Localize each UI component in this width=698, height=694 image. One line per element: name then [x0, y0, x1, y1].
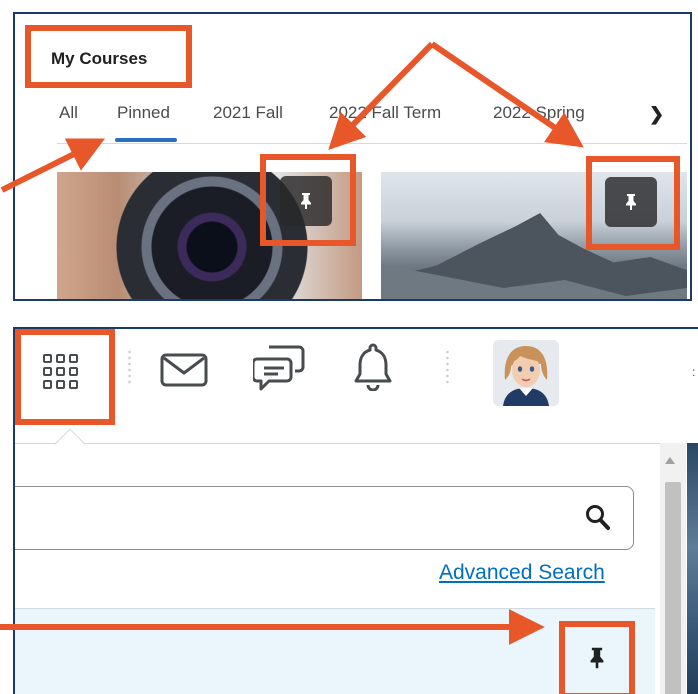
waffle-grid-icon[interactable] — [43, 354, 81, 390]
tab-2021-fall[interactable]: 2021 Fall — [213, 103, 283, 123]
tab-2022-fall-term[interactable]: 2022 Fall Term — [329, 103, 441, 123]
tabs-divider — [57, 143, 687, 144]
pin-button-list[interactable] — [588, 645, 606, 671]
course-tabs: All Pinned 2021 Fall 2022 Fall Term 2022… — [59, 103, 679, 123]
avatar[interactable] — [493, 340, 559, 406]
pin-icon — [590, 647, 604, 669]
navbar-separator — [128, 349, 131, 387]
pin-icon — [301, 193, 311, 209]
search-icon[interactable] — [585, 504, 611, 532]
pin-button-card-1[interactable] — [280, 176, 332, 226]
tab-pinned[interactable]: Pinned — [117, 103, 170, 123]
bell-icon[interactable] — [353, 341, 393, 391]
tab-all[interactable]: All — [59, 103, 78, 123]
tab-2022-spring[interactable]: 2022 Spring — [493, 103, 585, 123]
scroll-up-arrow-icon[interactable] — [665, 457, 675, 464]
background-image-strip — [687, 443, 698, 694]
pin-button-card-2[interactable] — [605, 177, 657, 227]
active-tab-indicator — [115, 138, 177, 142]
navbar-course-selector: : Advanced Search — [13, 327, 698, 694]
my-courses-widget: My Courses All Pinned 2021 Fall 2022 Fal… — [13, 12, 692, 301]
envelope-icon[interactable] — [160, 353, 208, 387]
pin-icon — [626, 194, 636, 210]
advanced-search-link[interactable]: Advanced Search — [439, 561, 605, 585]
chat-bubbles-icon[interactable] — [253, 343, 305, 393]
avatar-illustration — [493, 340, 559, 406]
navbar-separator — [446, 349, 449, 387]
my-courses-title-highlight: My Courses — [25, 25, 192, 88]
edge-dot: : — [692, 365, 696, 379]
course-search-input[interactable] — [15, 486, 634, 550]
chevron-right-icon[interactable]: ❯ — [649, 104, 664, 125]
my-courses-title: My Courses — [51, 49, 148, 68]
scroll-thumb[interactable] — [665, 482, 681, 694]
course-selector-highlight[interactable] — [15, 329, 115, 425]
